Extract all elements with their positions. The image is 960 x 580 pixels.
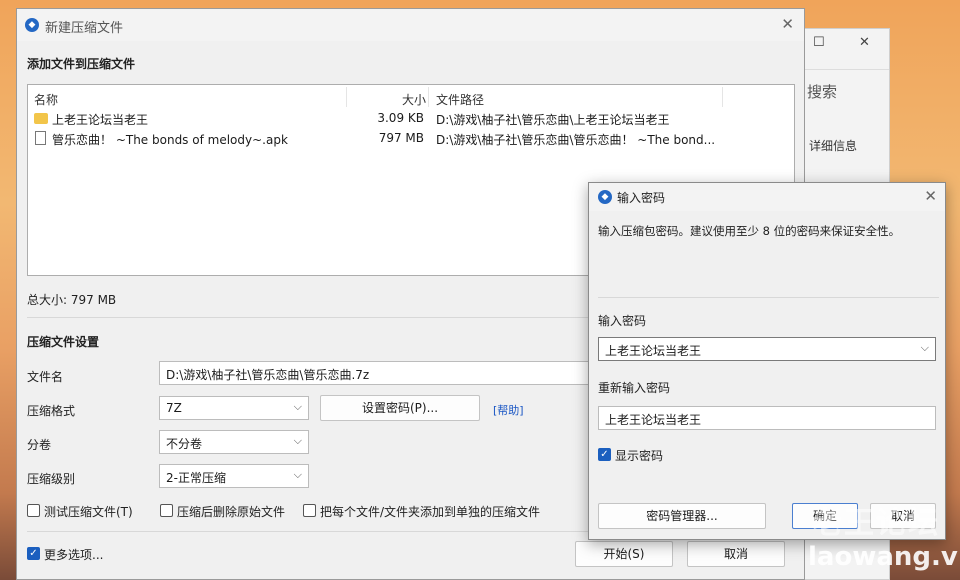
filename-input[interactable]: D:\游戏\柚子社\管乐恋曲\管乐恋曲.7z <box>159 361 609 385</box>
split-value: 不分卷 <box>166 437 203 451</box>
file-path: D:\游戏\柚子社\管乐恋曲\管乐恋曲！ ~The bond... <box>436 133 716 147</box>
reenter-password-label: 重新输入密码 <box>598 381 671 395</box>
chevron-down-icon: ⌵ <box>293 400 302 413</box>
split-label: 分卷 <box>27 438 52 452</box>
file-icon <box>35 131 46 145</box>
divider <box>598 297 939 298</box>
start-button[interactable]: 开始(S) <box>575 541 673 567</box>
split-select[interactable]: 不分卷 ⌵ <box>159 430 309 454</box>
settings-heading: 压缩文件设置 <box>27 335 100 349</box>
chevron-down-icon: ⌵ <box>293 434 302 447</box>
close-icon[interactable]: ✕ <box>859 35 870 50</box>
more-options-checkbox[interactable]: ✓ <box>27 547 40 560</box>
password-value: 上老王论坛当老王 <box>605 344 702 358</box>
maximize-icon[interactable]: ☐ <box>813 35 825 50</box>
app-icon: ◆ <box>598 190 612 204</box>
column-divider <box>722 87 723 107</box>
level-label: 压缩级别 <box>27 472 76 486</box>
column-divider <box>346 87 347 107</box>
dialog-title: 输入密码 <box>617 191 666 205</box>
format-value: 7Z <box>166 401 182 415</box>
more-options-label[interactable]: 更多选项... <box>44 546 103 563</box>
test-archive-label[interactable]: 测试压缩文件(T) <box>44 503 133 520</box>
file-size: 3.09 KB <box>377 111 424 125</box>
password-label: 输入密码 <box>598 314 647 328</box>
column-path[interactable]: 文件路径 <box>436 91 484 108</box>
search-label[interactable]: 搜索 <box>807 81 837 102</box>
window-title: 新建压缩文件 <box>45 21 124 36</box>
format-label: 压缩格式 <box>27 404 76 418</box>
dialog-description: 输入压缩包密码。建议使用至少 8 位的密码来保证安全性。 <box>598 224 901 238</box>
column-size[interactable]: 大小 <box>402 91 426 108</box>
separate-archives-label[interactable]: 把每个文件/文件夹添加到单独的压缩文件 <box>320 503 540 520</box>
show-password-label[interactable]: 显示密码 <box>615 447 663 464</box>
password-manager-button[interactable]: 密码管理器... <box>598 503 766 529</box>
delete-after-label[interactable]: 压缩后删除原始文件 <box>177 503 285 520</box>
delete-after-checkbox[interactable] <box>160 504 173 517</box>
show-password-checkbox[interactable]: ✓ <box>598 448 611 461</box>
watermark-url: laowang.vip <box>808 542 960 572</box>
chevron-down-icon: ⌵ <box>920 341 929 354</box>
reenter-password-input[interactable]: 上老王论坛当老王 <box>598 406 936 430</box>
set-password-button[interactable]: 设置密码(P)... <box>320 395 480 421</box>
file-row[interactable]: 上老王论坛当老王 3.09 KB D:\游戏\柚子社\管乐恋曲\上老王论坛当老王 <box>28 109 794 129</box>
file-name: 上老王论坛当老王 <box>52 113 149 127</box>
chevron-down-icon: ⌵ <box>293 468 302 481</box>
app-icon: ◆ <box>25 18 39 32</box>
add-files-heading: 添加文件到压缩文件 <box>27 57 136 71</box>
file-size: 797 MB <box>378 131 424 145</box>
total-size: 总大小: 797 MB <box>27 293 117 307</box>
close-icon[interactable]: ✕ <box>781 15 794 33</box>
filename-label: 文件名 <box>27 370 64 384</box>
password-input[interactable]: 上老王论坛当老王 ⌵ <box>598 337 936 361</box>
file-name: 管乐恋曲！ ~The bonds of melody~.apk <box>52 133 288 147</box>
password-dialog: ◆ 输入密码 ✕ 输入压缩包密码。建议使用至少 8 位的密码来保证安全性。 输入… <box>588 182 946 540</box>
file-row[interactable]: 管乐恋曲！ ~The bonds of melody~.apk 797 MB D… <box>28 129 794 149</box>
folder-icon <box>34 113 48 124</box>
close-icon[interactable]: ✕ <box>924 187 937 205</box>
file-path: D:\游戏\柚子社\管乐恋曲\上老王论坛当老王 <box>436 113 670 127</box>
help-link[interactable]: [帮助] <box>493 402 524 418</box>
dialog-title-bar: ◆ 输入密码 ✕ <box>589 183 945 211</box>
separate-archives-checkbox[interactable] <box>303 504 316 517</box>
format-select[interactable]: 7Z ⌵ <box>159 396 309 420</box>
test-archive-checkbox[interactable] <box>27 504 40 517</box>
level-select[interactable]: 2-正常压缩 ⌵ <box>159 464 309 488</box>
level-value: 2-正常压缩 <box>166 471 226 485</box>
details-label[interactable]: 详细信息 <box>809 137 857 154</box>
watermark-logo: 老王论坛 <box>812 506 940 541</box>
column-name[interactable]: 名称 <box>34 91 58 108</box>
title-bar: ◆ 新建压缩文件 ✕ <box>17 9 804 41</box>
cancel-button[interactable]: 取消 <box>687 541 785 567</box>
column-divider <box>428 87 429 107</box>
